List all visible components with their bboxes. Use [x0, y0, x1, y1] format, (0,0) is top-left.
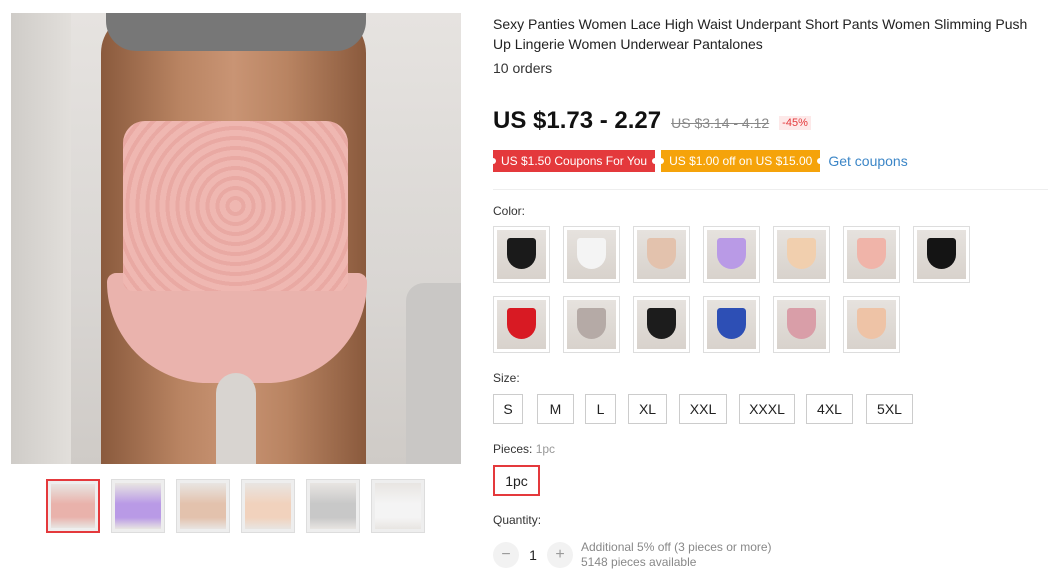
image-top	[106, 13, 366, 51]
gallery-thumbnail[interactable]	[371, 479, 425, 533]
price-row: US $1.73 - 2.27 US $3.14 - 4.12 -45%	[493, 107, 811, 135]
size-label-text: Size:	[493, 371, 520, 385]
image-lace-waist	[123, 121, 348, 291]
gallery-thumbnail[interactable]	[46, 479, 100, 533]
swatch-image	[497, 300, 546, 349]
swatch-image	[637, 300, 686, 349]
quantity-label: Quantity:	[493, 513, 541, 527]
bulk-discount-note: Additional 5% off (3 pieces or more)	[581, 540, 772, 554]
pieces-option-1pc[interactable]: 1pc	[493, 465, 540, 496]
swatch-garment	[507, 308, 536, 339]
color-label-text: Color:	[493, 204, 526, 218]
gallery-thumbnail[interactable]	[111, 479, 165, 533]
image-leg-gap	[216, 373, 256, 464]
gallery-thumbnail[interactable]	[176, 479, 230, 533]
color-swatch[interactable]	[773, 296, 830, 353]
thumbnail-image	[310, 483, 356, 529]
get-coupons-link[interactable]: Get coupons	[828, 153, 907, 169]
gallery-thumbnail[interactable]	[306, 479, 360, 533]
decrease-quantity-button[interactable]: −	[493, 542, 519, 568]
color-swatch[interactable]	[843, 226, 900, 283]
order-count: 10 orders	[493, 60, 553, 76]
color-swatch[interactable]	[773, 226, 830, 283]
quantity-info: Additional 5% off (3 pieces or more) 514…	[581, 540, 772, 570]
size-option-s[interactable]: S	[493, 394, 523, 424]
size-option-xxl[interactable]: XXL	[679, 394, 727, 424]
product-title: Sexy Panties Women Lace High Waist Under…	[493, 16, 1028, 52]
color-swatch[interactable]	[703, 296, 760, 353]
color-swatch[interactable]	[703, 226, 760, 283]
size-option-4xl[interactable]: 4XL	[806, 394, 853, 424]
swatch-image	[777, 230, 826, 279]
swatch-garment	[577, 238, 606, 269]
swatch-image	[567, 300, 616, 349]
pieces-label: Pieces: 1pc	[493, 442, 555, 456]
color-swatch[interactable]	[563, 296, 620, 353]
color-swatch[interactable]	[493, 226, 550, 283]
thumbnail-image	[180, 483, 226, 529]
select-coupon-badge[interactable]: US $1.00 off on US $15.00	[658, 150, 824, 172]
swatch-image	[707, 230, 756, 279]
size-label: Size:	[493, 371, 520, 385]
quantity-value[interactable]: 1	[519, 547, 547, 563]
quantity-label-text: Quantity:	[493, 513, 542, 527]
swatch-garment	[577, 308, 606, 339]
original-price: US $3.14 - 4.12	[671, 115, 770, 131]
current-price: US $1.73 - 2.27	[493, 107, 662, 134]
swatch-image	[497, 230, 546, 279]
quantity-stepper: − 1 + Additional 5% off (3 pieces or mor…	[493, 540, 772, 570]
color-swatch[interactable]	[563, 226, 620, 283]
image-sofa	[406, 283, 461, 464]
thumbnail-image	[245, 483, 291, 529]
swatch-image	[917, 230, 966, 279]
size-option-l[interactable]: L	[585, 394, 616, 424]
swatch-image	[847, 230, 896, 279]
image-background	[11, 13, 71, 464]
swatch-garment	[647, 308, 676, 339]
divider	[493, 189, 1048, 190]
color-swatch[interactable]	[843, 296, 900, 353]
swatch-garment	[927, 238, 956, 269]
swatch-garment	[857, 308, 886, 339]
pieces-selected-value: 1pc	[535, 442, 556, 456]
color-label: Color:	[493, 204, 525, 218]
swatch-image	[847, 300, 896, 349]
color-swatch[interactable]	[913, 226, 970, 283]
size-option-xl[interactable]: XL	[628, 394, 667, 424]
pieces-label-text: Pieces:	[493, 442, 533, 456]
swatch-garment	[717, 308, 746, 339]
swatch-image	[637, 230, 686, 279]
swatch-garment	[857, 238, 886, 269]
coupon-row: US $1.50 Coupons For You US $1.00 off on…	[489, 150, 908, 172]
thumbnail-image	[375, 483, 421, 529]
swatch-garment	[647, 238, 676, 269]
thumbnail-image	[115, 483, 161, 529]
swatch-garment	[787, 238, 816, 269]
thumbnail-image	[51, 484, 95, 528]
color-swatch[interactable]	[633, 226, 690, 283]
gallery-thumbnail[interactable]	[241, 479, 295, 533]
color-swatch[interactable]	[493, 296, 550, 353]
stock-available: 5148 pieces available	[581, 555, 697, 569]
increase-quantity-button[interactable]: +	[547, 542, 573, 568]
swatch-garment	[787, 308, 816, 339]
swatch-image	[567, 230, 616, 279]
swatch-garment	[717, 238, 746, 269]
swatch-image	[777, 300, 826, 349]
discount-badge: -45%	[779, 116, 811, 130]
store-coupon-badge[interactable]: US $1.50 Coupons For You	[489, 150, 659, 172]
color-swatch[interactable]	[633, 296, 690, 353]
swatch-image	[707, 300, 756, 349]
size-option-xxxl[interactable]: XXXL	[739, 394, 795, 424]
swatch-garment	[507, 238, 536, 269]
main-product-image[interactable]	[11, 13, 461, 464]
size-option-m[interactable]: M	[537, 394, 574, 424]
size-option-5xl[interactable]: 5XL	[866, 394, 913, 424]
